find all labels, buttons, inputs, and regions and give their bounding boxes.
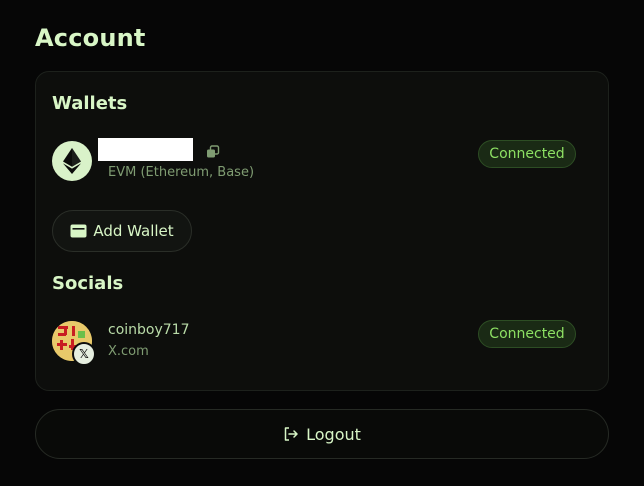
page-title: Account xyxy=(35,24,146,52)
wallet-network-label: EVM (Ethereum, Base) xyxy=(108,165,255,180)
wallet-icon xyxy=(70,224,87,238)
social-username: coinboy717 xyxy=(108,322,190,338)
logout-button[interactable]: Logout xyxy=(35,409,609,459)
logout-icon xyxy=(284,427,298,441)
social-platform: X.com xyxy=(108,344,149,359)
account-page: Account Wallets EVM (Ethereum, Base) Con… xyxy=(0,0,644,486)
social-status-badge: Connected xyxy=(478,320,576,348)
wallets-heading: Wallets xyxy=(52,93,128,114)
add-wallet-button[interactable]: Add Wallet xyxy=(52,210,192,252)
wallet-status-badge: Connected xyxy=(478,140,576,168)
socials-heading: Socials xyxy=(52,273,124,294)
account-card: Wallets EVM (Ethereum, Base) Connected A… xyxy=(35,71,609,391)
wallet-address-redacted xyxy=(98,138,193,161)
logout-label: Logout xyxy=(306,424,361,444)
ethereum-icon xyxy=(52,141,92,181)
copy-icon[interactable] xyxy=(206,144,220,158)
x-logo-icon: 𝕏 xyxy=(72,342,96,366)
add-wallet-label: Add Wallet xyxy=(93,222,174,240)
